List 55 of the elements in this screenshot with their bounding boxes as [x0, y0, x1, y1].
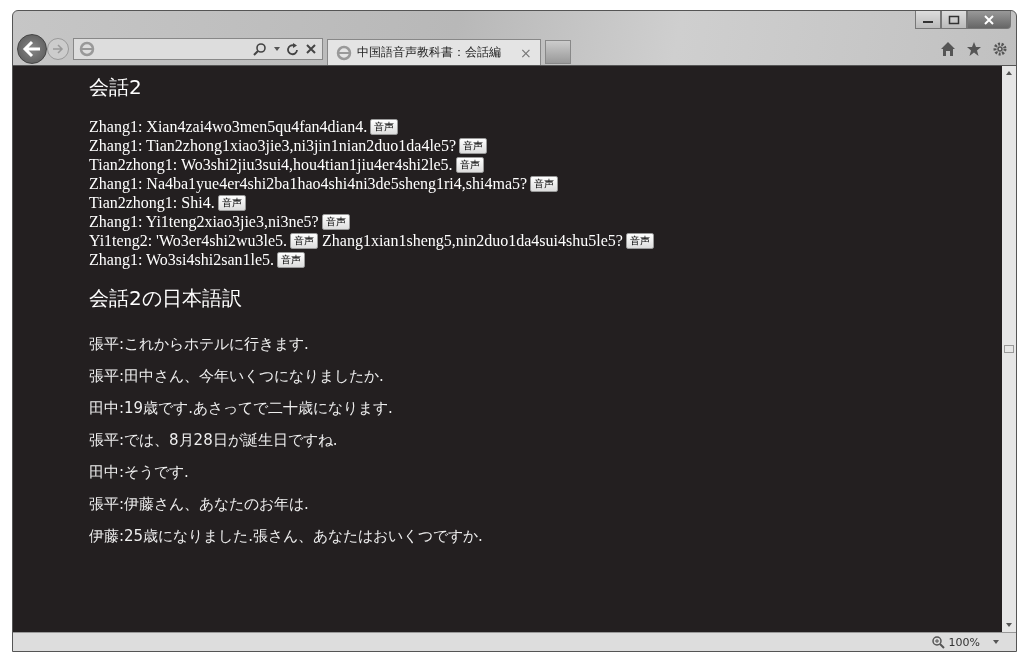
audio-button[interactable]: 音声: [277, 252, 306, 268]
page-icon: [79, 41, 95, 57]
caret-icon[interactable]: [992, 639, 1000, 645]
translation-line: 張平:伊藤さん、あなたのお年は.: [89, 494, 310, 515]
star-icon[interactable]: [966, 41, 982, 57]
search-icon[interactable]: [253, 42, 267, 56]
tab-close-button[interactable]: ×: [520, 44, 532, 61]
zoom-icon[interactable]: [931, 635, 945, 649]
zoom-level[interactable]: 100%: [948, 635, 980, 649]
translation-line: 田中:そうです.: [89, 462, 190, 483]
address-bar[interactable]: [73, 38, 323, 60]
home-icon[interactable]: [940, 41, 956, 57]
refresh-icon[interactable]: [287, 42, 299, 56]
scrollbar[interactable]: [1002, 66, 1016, 632]
audio-button[interactable]: 音声: [530, 176, 559, 192]
translation-line: 張平:では、8月28日が誕生日ですね.: [89, 430, 339, 451]
audio-button[interactable]: 音声: [459, 138, 488, 154]
tab-title: 中国語音声教科書：会話編: [357, 44, 501, 61]
stop-icon[interactable]: [305, 43, 317, 55]
dialogue-line: Tian2zhong1: Shi4.: [89, 194, 215, 211]
back-button[interactable]: [17, 34, 47, 64]
dialogue-line: Zhang1: Wo3si4shi2san1le5.: [89, 251, 275, 268]
section-heading: 会話2: [89, 74, 143, 101]
section-heading: 会話2の日本語訳: [89, 285, 243, 312]
audio-button[interactable]: 音声: [217, 195, 246, 211]
close-icon: [983, 14, 995, 25]
scroll-up-icon[interactable]: [1005, 70, 1013, 76]
page-icon: [336, 44, 352, 61]
minimize-button[interactable]: [915, 11, 941, 29]
dialogue-line: Zhang1: Tian2zhong1xiao3jie3,ni3jin1nian2duo1da4le5?: [89, 137, 457, 154]
dialogue-line: Zhang1xian1sheng5,nin2duo1da4sui4shu5le5?: [322, 232, 623, 249]
translation-line: 伊藤:25歳になりました.張さん、あなたはおいくつですか.: [89, 526, 484, 547]
maximize-button[interactable]: [941, 11, 967, 29]
dialogue-line: Zhang1: Yi1teng2xiao3jie3,ni3ne5?: [89, 213, 319, 230]
settings-icon[interactable]: [992, 41, 1008, 57]
scrollbar-grip[interactable]: [1004, 345, 1014, 353]
scroll-down-icon[interactable]: [1005, 622, 1013, 628]
audio-button[interactable]: 音声: [455, 157, 484, 173]
forward-arrow-icon: [52, 44, 64, 54]
back-arrow-icon: [22, 40, 42, 58]
audio-button[interactable]: 音声: [290, 233, 318, 249]
translation-line: 田中:19歳です.あさってで二十歳になります.: [89, 398, 394, 419]
maximize-icon: [948, 14, 960, 25]
close-button[interactable]: [967, 11, 1011, 29]
audio-button[interactable]: 音声: [321, 214, 350, 230]
translation-line: 張平:これからホテルに行きます.: [89, 334, 310, 355]
browser-tab[interactable]: 中国語音声教科書：会話編 ×: [327, 38, 541, 66]
audio-button[interactable]: 音声: [370, 119, 399, 135]
audio-button[interactable]: 音声: [625, 233, 654, 249]
dialogue-line: Zhang1: Na4ba1yue4er4shi2ba1hao4shi4ni3de5sheng1ri4,shi4ma5?: [89, 175, 528, 192]
caret-icon[interactable]: [273, 46, 281, 52]
dialogue-line: Yi1teng2: 'Wo3er4shi2wu3le5.: [89, 232, 287, 249]
translation-line: 張平:田中さん、今年いくつになりましたか.: [89, 366, 385, 387]
dialogue-line: Tian2zhong1: Wo3shi2jiu3sui4,hou4tian1jiu4er4shi2le5.: [89, 156, 453, 173]
dialogue-line: Zhang1: Xian4zai4wo3men5qu4fan4dian4.: [89, 118, 368, 135]
